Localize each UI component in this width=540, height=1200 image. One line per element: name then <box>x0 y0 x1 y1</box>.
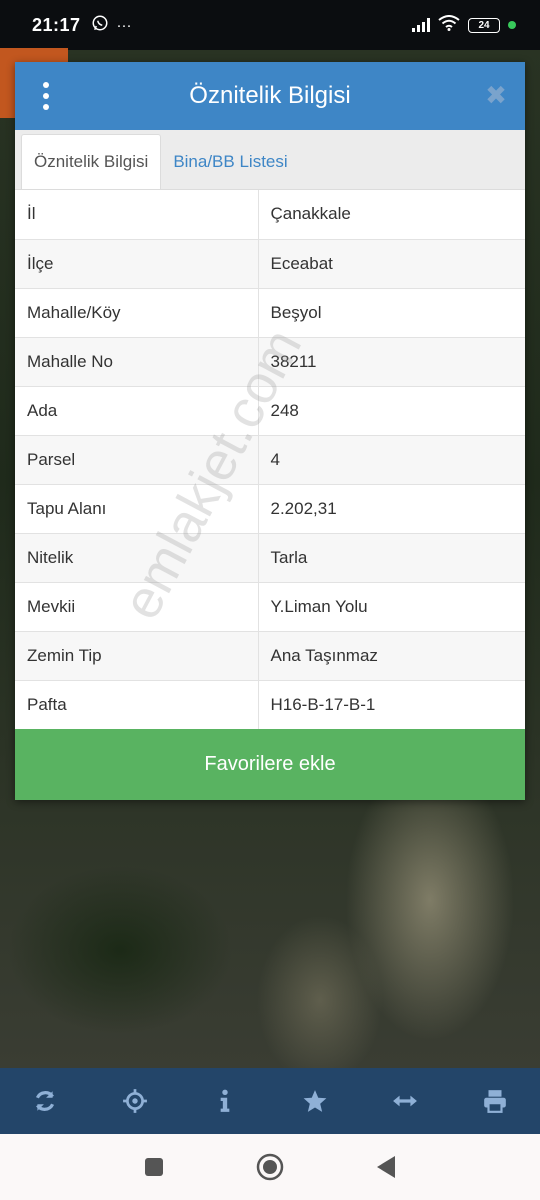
table-row: Nitelik Tarla <box>15 533 525 583</box>
tab-attribute-info[interactable]: Öznitelik Bilgisi <box>21 134 162 189</box>
more-notifications-icon: ··· <box>116 16 132 34</box>
dialog-title: Öznitelik Bilgisi <box>189 82 351 109</box>
attribute-value: 4 <box>258 435 525 485</box>
recents-icon[interactable] <box>139 1152 169 1182</box>
tab-building-list[interactable]: Bina/BB Listesi <box>161 134 299 189</box>
tab-bar: Öznitelik Bilgisi Bina/BB Listesi <box>15 130 525 190</box>
signal-icon <box>412 18 430 32</box>
system-nav-bar <box>0 1134 540 1200</box>
attribute-key: İlçe <box>15 239 259 289</box>
attribute-key: Tapu Alanı <box>15 484 259 534</box>
table-row: Mahalle No 38211 <box>15 337 525 387</box>
table-row: Ada 248 <box>15 386 525 436</box>
attribute-key: Mahalle/Köy <box>15 288 259 338</box>
back-icon[interactable] <box>371 1152 401 1182</box>
attribute-key: Nitelik <box>15 533 259 583</box>
attribute-value: Y.Liman Yolu <box>258 582 525 632</box>
attribute-table: İl Çanakkale İlçe Eceabat Mahalle/Köy Beşyol M… <box>15 190 525 730</box>
attribute-key: İl <box>15 190 259 240</box>
attribute-key: Parsel <box>15 435 259 485</box>
print-icon[interactable] <box>475 1081 515 1121</box>
attribute-value: 248 <box>258 386 525 436</box>
table-row: Pafta H16-B-17-B-1 <box>15 680 525 730</box>
battery-level: 24 <box>478 19 490 31</box>
attribute-value: H16-B-17-B-1 <box>258 680 525 730</box>
privacy-dot-icon <box>508 21 516 29</box>
attribute-key: Pafta <box>15 680 259 730</box>
attribute-value: 2.202,31 <box>258 484 525 534</box>
attribute-value: Eceabat <box>258 239 525 289</box>
kebab-menu-icon[interactable] <box>43 82 49 110</box>
table-row: Mahalle/Köy Beşyol <box>15 288 525 338</box>
close-icon[interactable]: ✖ <box>483 82 509 108</box>
refresh-icon[interactable] <box>25 1081 65 1121</box>
table-row: Zemin Tip Ana Taşınmaz <box>15 631 525 681</box>
table-row: Tapu Alanı 2.202,31 <box>15 484 525 534</box>
attribute-value: Tarla <box>258 533 525 583</box>
attribute-value: Ana Taşınmaz <box>258 631 525 681</box>
wifi-icon <box>438 14 460 36</box>
table-row: İl Çanakkale <box>15 190 525 240</box>
status-bar: 21:17 ··· 24 <box>0 0 540 50</box>
attribute-value: Beşyol <box>258 288 525 338</box>
measure-icon[interactable] <box>385 1081 425 1121</box>
whatsapp-icon <box>91 14 109 36</box>
info-icon[interactable] <box>205 1081 245 1121</box>
add-favorite-button[interactable]: Favorilere ekle <box>15 729 525 800</box>
attribute-key: Mahalle No <box>15 337 259 387</box>
attribute-value: 38211 <box>258 337 525 387</box>
table-row: Mevkii Y.Liman Yolu <box>15 582 525 632</box>
bottom-toolbar <box>0 1068 540 1134</box>
attribute-key: Mevkii <box>15 582 259 632</box>
star-icon[interactable] <box>295 1081 335 1121</box>
home-icon[interactable] <box>255 1152 285 1182</box>
battery-icon: 24 <box>468 17 500 33</box>
table-row: Parsel 4 <box>15 435 525 485</box>
table-row: İlçe Eceabat <box>15 239 525 289</box>
attribute-key: Zemin Tip <box>15 631 259 681</box>
dialog-header: Öznitelik Bilgisi ✖ <box>15 62 525 130</box>
attribute-key: Ada <box>15 386 259 436</box>
locate-icon[interactable] <box>115 1081 155 1121</box>
attribute-value: Çanakkale <box>258 190 525 240</box>
attribute-dialog: Öznitelik Bilgisi ✖ Öznitelik Bilgisi Bi… <box>15 62 525 800</box>
status-time: 21:17 <box>32 14 81 35</box>
